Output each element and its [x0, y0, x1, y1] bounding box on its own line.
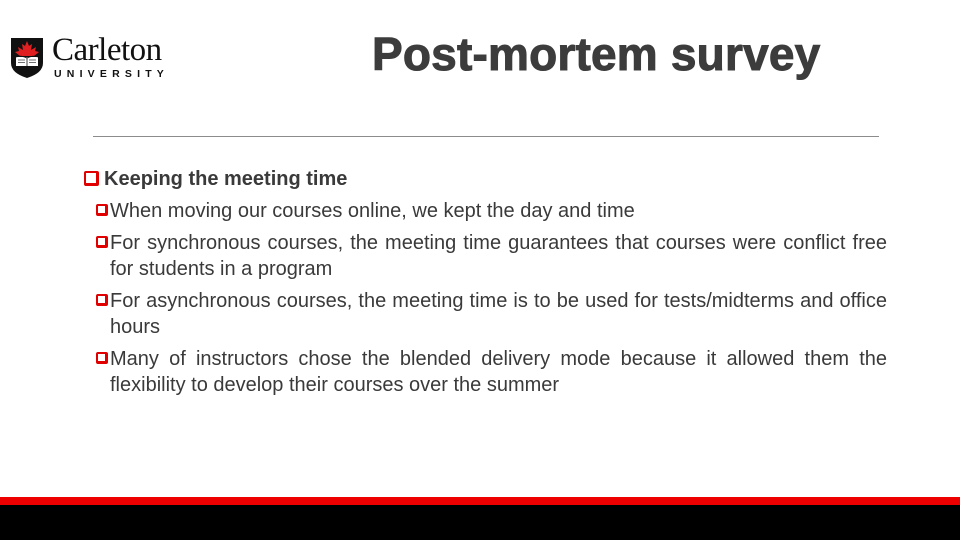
bullet-item: For asynchronous courses, the meeting ti…: [84, 288, 887, 340]
slide-title: Post-mortem survey: [371, 28, 821, 81]
checkbox-bullet-icon: [84, 171, 99, 186]
bullet-text: When moving our courses online, we kept …: [110, 200, 635, 222]
title-divider: [93, 136, 879, 137]
checkbox-bullet-icon: [96, 294, 108, 306]
checkbox-bullet-icon: [96, 236, 108, 248]
bullet-text: Keeping the meeting time: [104, 168, 348, 190]
checkbox-bullet-icon: [96, 204, 108, 216]
footer-red-stripe: [0, 497, 960, 505]
bullet-text: Many of instructors chose the blended de…: [110, 348, 887, 396]
logo-name: Carleton: [52, 32, 162, 68]
bullet-text: For asynchronous courses, the meeting ti…: [110, 290, 887, 338]
bullet-item: Many of instructors chose the blended de…: [84, 346, 887, 398]
bullet-item: Keeping the meeting time: [84, 166, 887, 192]
logo-subtitle: UNIVERSITY: [54, 68, 170, 80]
footer-black-bar: [0, 505, 960, 540]
bullet-item: For synchronous courses, the meeting tim…: [84, 230, 887, 282]
carleton-logo: Carleton UNIVERSITY: [10, 33, 170, 80]
bullet-text: For synchronous courses, the meeting tim…: [110, 232, 887, 280]
bullet-item: When moving our courses online, we kept …: [84, 198, 887, 224]
bullet-list: Keeping the meeting time When moving our…: [84, 166, 887, 404]
checkbox-bullet-icon: [96, 352, 108, 364]
maple-leaf-shield-icon: [11, 38, 43, 78]
